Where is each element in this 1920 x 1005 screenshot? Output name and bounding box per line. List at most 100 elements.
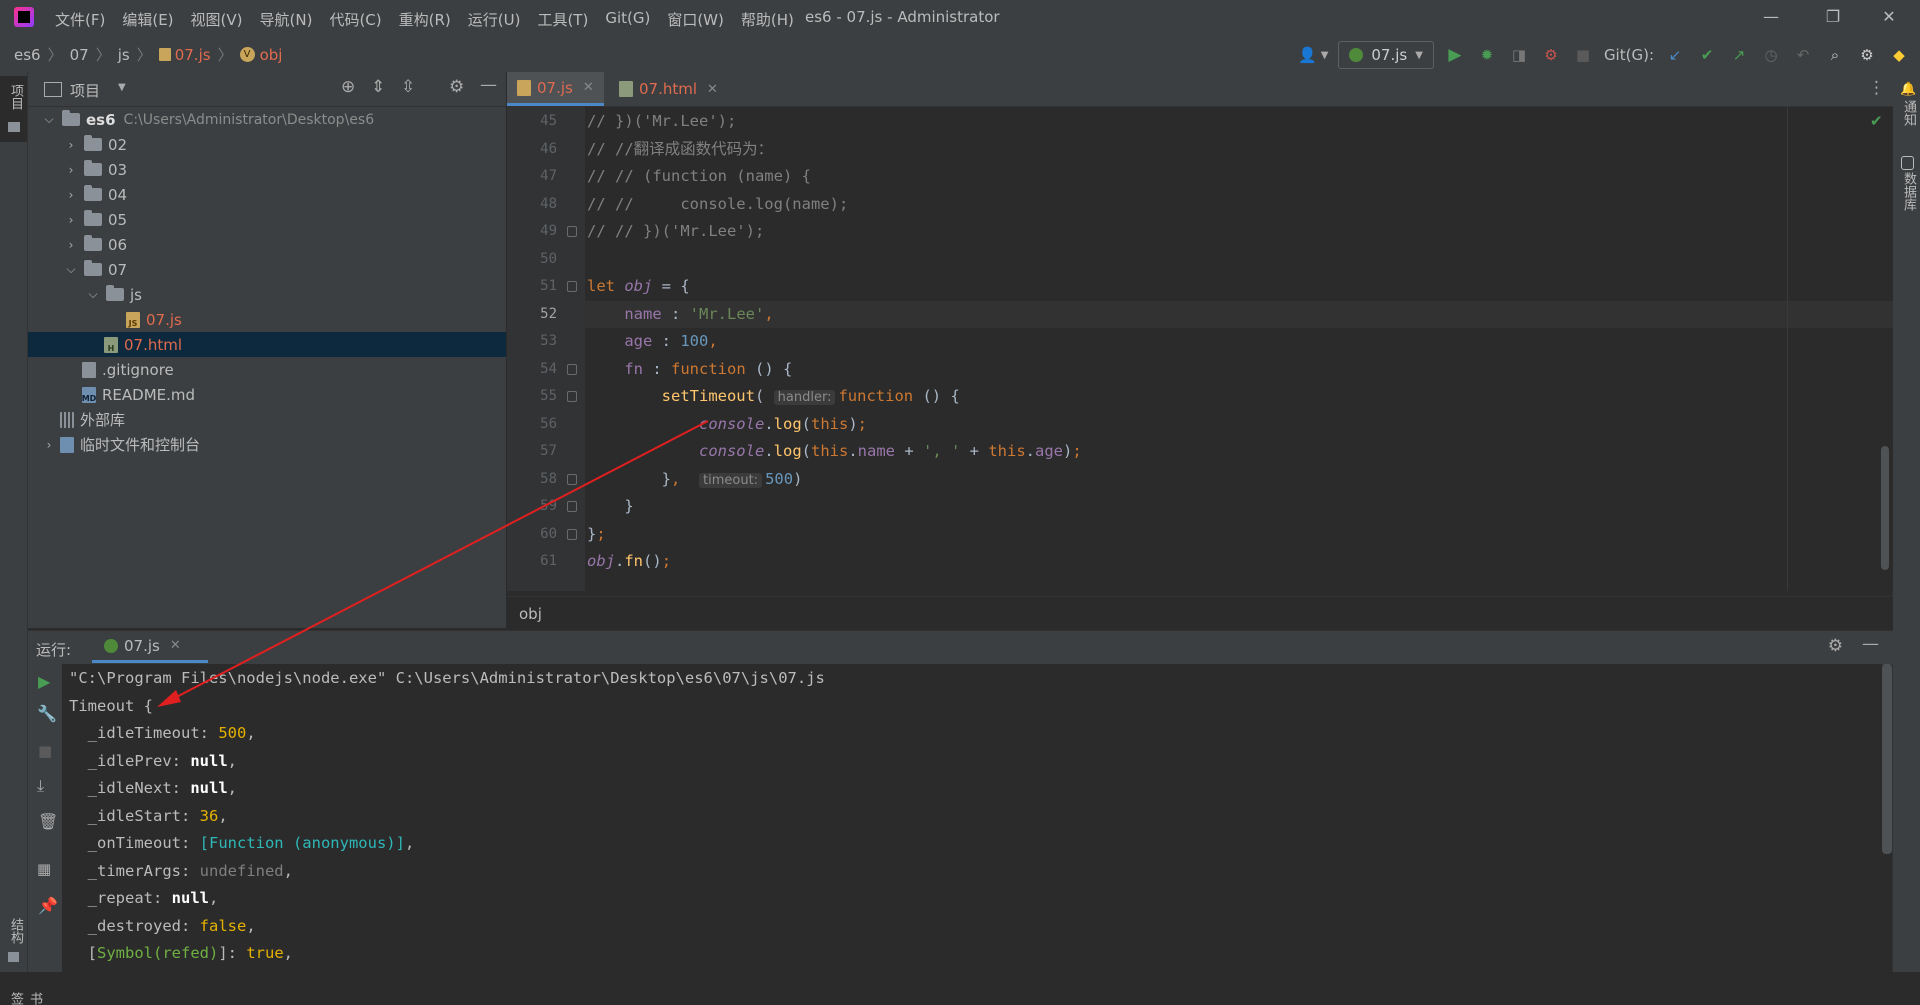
rerun-icon[interactable]: ▶: [38, 672, 50, 691]
menu-item-3[interactable]: 导航(N): [260, 9, 313, 30]
chevron-right-icon[interactable]: ›: [64, 238, 78, 252]
restore-button[interactable]: ❐: [1810, 4, 1856, 30]
settings-gear-icon[interactable]: ⚙: [1828, 636, 1843, 656]
menu-item-2[interactable]: 视图(V): [191, 9, 243, 30]
close-tab-icon[interactable]: ✕: [707, 82, 718, 97]
settings-gear-icon[interactable]: ⚙: [1856, 44, 1878, 66]
tab-07-js[interactable]: 07.js ✕: [507, 72, 604, 106]
stop-icon[interactable]: ■: [38, 742, 52, 760]
chevron-right-icon[interactable]: ›: [64, 213, 78, 227]
chevron-down-icon[interactable]: ▼: [118, 82, 126, 93]
chevron-right-icon[interactable]: ›: [42, 438, 56, 452]
fold-marker-icon[interactable]: [567, 281, 577, 292]
chevron-right-icon[interactable]: ›: [64, 163, 78, 177]
tree-item-gitignore[interactable]: .gitignore: [28, 357, 506, 382]
more-options-icon[interactable]: ⋮: [1868, 78, 1885, 98]
wrench-icon[interactable]: 🔧: [37, 704, 57, 723]
chevron-down-icon[interactable]: ⌵: [64, 262, 78, 277]
menu-item-5[interactable]: 重构(R): [399, 9, 451, 30]
expand-all-icon[interactable]: ⇕: [371, 77, 385, 97]
close-tab-icon[interactable]: ✕: [583, 80, 594, 95]
menu-item-9[interactable]: 窗口(W): [667, 9, 724, 30]
fold-marker-icon[interactable]: [567, 501, 577, 512]
code-editor[interactable]: // })('Mr.Lee'); // //翻译成函数代码为： // // (fun…: [585, 107, 1893, 591]
tree-item-[interactable]: › 临时文件和控制台: [28, 432, 506, 457]
profile-icon[interactable]: ⚙: [1540, 44, 1562, 66]
breadcrumb-07[interactable]: 07: [70, 46, 89, 64]
run-console[interactable]: "C:\Program Files\nodejs\node.exe" C:\Us…: [62, 664, 1882, 972]
stop-icon[interactable]: ■: [1572, 44, 1594, 66]
chevron-right-icon[interactable]: ›: [64, 138, 78, 152]
close-tab-icon[interactable]: ✕: [170, 638, 181, 653]
pin-icon[interactable]: 📌: [38, 896, 58, 915]
project-tool-button[interactable]: 项目: [0, 76, 27, 142]
git-history-icon[interactable]: ◷: [1760, 44, 1782, 66]
coverage-icon[interactable]: ◨: [1508, 44, 1530, 66]
tree-item-[interactable]: 外部库: [28, 407, 506, 432]
git-commit-icon[interactable]: ✔: [1696, 44, 1718, 66]
menu-item-10[interactable]: 帮助(H): [741, 9, 794, 30]
fold-marker-icon[interactable]: [567, 473, 577, 485]
breadcrumb-es6[interactable]: es6: [14, 46, 41, 64]
database-tool-label[interactable]: 数据库: [1899, 172, 1918, 211]
bookmarks-tool-label[interactable]: 书签: [6, 992, 44, 1005]
tree-item-readme-md[interactable]: MD README.md: [28, 382, 506, 407]
menu-item-7[interactable]: 工具(T): [537, 9, 588, 30]
fold-marker-icon[interactable]: [567, 363, 577, 375]
chevron-down-icon[interactable]: ▼: [1321, 50, 1329, 61]
user-icon[interactable]: 👤: [1297, 44, 1319, 66]
close-window-button[interactable]: ✕: [1866, 4, 1912, 30]
tree-item-05[interactable]: › 05: [28, 207, 506, 232]
layout-icon[interactable]: ▦: [37, 860, 51, 878]
menu-item-4[interactable]: 代码(C): [329, 9, 381, 30]
trash-icon[interactable]: 🗑: [38, 812, 58, 831]
project-panel-title[interactable]: 项目: [70, 80, 100, 101]
hide-panel-icon[interactable]: —: [1862, 634, 1879, 654]
fold-marker-icon[interactable]: [567, 528, 577, 540]
menu-item-8[interactable]: Git(G): [605, 9, 650, 30]
locate-file-icon[interactable]: ⊕: [341, 77, 355, 97]
collapse-all-icon[interactable]: ⇳: [401, 77, 415, 97]
jetbrains-toolbox-icon[interactable]: ◆: [1888, 44, 1910, 66]
tree-item-03[interactable]: › 03: [28, 157, 506, 182]
breadcrumb-symbol[interactable]: obj: [260, 46, 283, 64]
editor-breadcrumb-symbol[interactable]: obj: [519, 605, 542, 623]
hide-panel-icon[interactable]: —: [480, 75, 497, 95]
tree-item-js[interactable]: ⌵ js: [28, 282, 506, 307]
search-icon[interactable]: ⌕: [1824, 44, 1846, 66]
debug-icon[interactable]: ✹: [1476, 44, 1498, 66]
tree-item-04[interactable]: › 04: [28, 182, 506, 207]
bell-icon[interactable]: 🔔: [1900, 82, 1916, 97]
scroll-to-end-icon[interactable]: ⤓: [37, 776, 44, 796]
tab-07-html[interactable]: 07.html ✕: [609, 72, 728, 106]
chevron-down-icon[interactable]: ⌵: [42, 112, 56, 127]
chevron-right-icon[interactable]: ›: [64, 188, 78, 202]
tree-item-07-js[interactable]: JS 07.js: [28, 307, 506, 332]
tree-item-02[interactable]: › 02: [28, 132, 506, 157]
editor-scrollbar[interactable]: [1881, 446, 1889, 570]
console-scrollbar[interactable]: [1882, 664, 1892, 854]
tree-item-06[interactable]: › 06: [28, 232, 506, 257]
menu-item-0[interactable]: 文件(F): [55, 9, 105, 30]
tree-item-07[interactable]: ⌵ 07: [28, 257, 506, 282]
settings-gear-icon[interactable]: ⚙: [449, 77, 464, 97]
tree-item-07-html[interactable]: H 07.html: [28, 332, 506, 357]
run-icon[interactable]: ▶: [1444, 44, 1466, 66]
fold-marker-icon[interactable]: [567, 226, 577, 237]
app-logo-icon[interactable]: [14, 7, 34, 27]
breadcrumb-js[interactable]: js: [118, 46, 130, 64]
structure-tool-label[interactable]: 结构: [6, 918, 25, 944]
tree-item-es6[interactable]: ⌵ es6 C:\Users\Administrator\Desktop\es6: [28, 107, 506, 132]
git-rollback-icon[interactable]: ↶: [1792, 44, 1814, 66]
breadcrumb-file[interactable]: 07.js: [175, 46, 211, 64]
menu-item-6[interactable]: 运行(U): [468, 9, 521, 30]
menu-item-1[interactable]: 编辑(E): [122, 9, 173, 30]
git-push-icon[interactable]: ↗: [1728, 44, 1750, 66]
fold-marker-icon[interactable]: [567, 391, 577, 402]
run-configuration-select[interactable]: 07.js ▼: [1338, 41, 1434, 69]
git-update-icon[interactable]: ↙: [1664, 44, 1686, 66]
run-tab[interactable]: 07.js ✕: [92, 631, 208, 663]
chevron-down-icon[interactable]: ⌵: [86, 287, 100, 302]
minimize-button[interactable]: —: [1748, 4, 1794, 30]
notifications-tool-label[interactable]: 通知: [1899, 100, 1918, 126]
